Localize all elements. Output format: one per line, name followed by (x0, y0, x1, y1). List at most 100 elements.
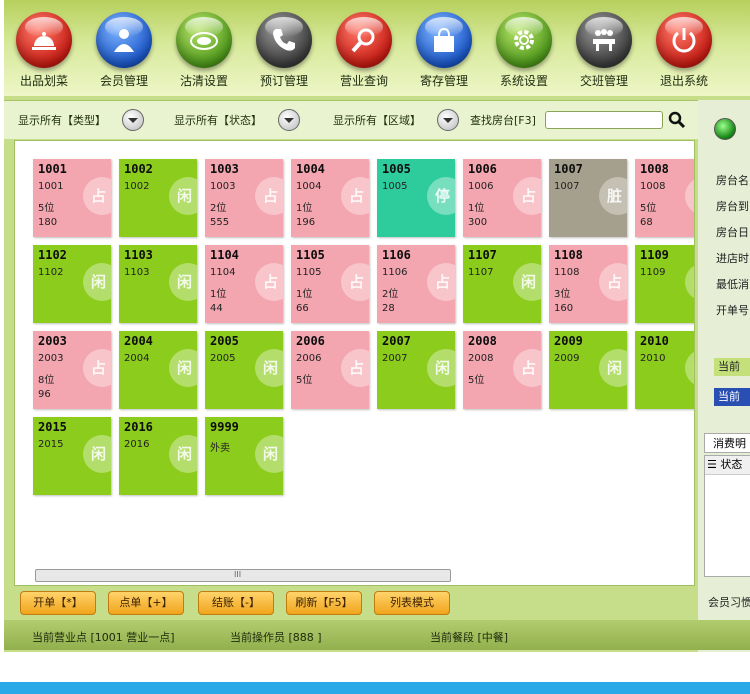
status-bar: 当前营业点 [1001 营业一点] 当前操作员 [888 ] 当前餐段 [中餐] (4, 620, 750, 650)
list-mode-button[interactable]: 列表模式 (374, 591, 450, 615)
room-tile[interactable]: 占 1106 1106 2位 28 (377, 245, 455, 323)
cloche-icon (16, 12, 72, 68)
room-name: 1003 (210, 181, 236, 192)
room-name: 2007 (382, 353, 408, 364)
toolbar-button-shift[interactable]: 交班管理 (564, 0, 644, 96)
guest-count: 1位 (296, 203, 313, 214)
room-tile[interactable]: 占 1008 1008 5位 68 (635, 159, 694, 237)
room-tile[interactable]: 闲 2004 2004 (119, 331, 197, 409)
guest-count: 5位 (468, 375, 485, 386)
checkout-button[interactable]: 结账【-】 (198, 591, 274, 615)
room-name: 2008 (468, 353, 494, 364)
scrollbar-grip[interactable]: III (234, 570, 241, 579)
area-filter-label: 显示所有【区域】 (333, 114, 421, 127)
status-badge: 闲 (83, 435, 111, 473)
guest-count: 8位 (38, 375, 55, 386)
room-number: 1104 (210, 248, 239, 262)
status-badge: 占 (83, 349, 111, 387)
refresh-button[interactable]: 刷新【F5】 (286, 591, 362, 615)
room-tile[interactable]: 闲 2009 2009 (549, 331, 627, 409)
room-number: 1008 (640, 162, 669, 176)
room-tile[interactable]: 闲 2015 2015 (33, 417, 111, 495)
status-badge: 闲 (169, 263, 197, 301)
room-tile[interactable]: 占 1104 1104 1位 44 (205, 245, 283, 323)
search-icon[interactable] (668, 111, 686, 129)
toolbar-button-business-query[interactable]: 营业查询 (324, 0, 404, 96)
room-tile[interactable]: 闲 9999 外卖 (205, 417, 283, 495)
room-name: 1105 (296, 267, 322, 278)
status-badge: 闲 (599, 349, 627, 387)
toolbar-label: 会员管理 (99, 74, 148, 88)
main-toolbar: 出品划菜 会员管理 沽清设置 预订管理 营业查询 寄存管理 系统设置 交班管理 … (4, 0, 750, 96)
tab-consumption-detail[interactable]: 消费明 (704, 433, 750, 453)
area-filter-dropdown[interactable] (437, 109, 459, 131)
room-tile[interactable]: 占 1001 1001 5位 180 (33, 159, 111, 237)
room-tile[interactable]: 闲 1002 1002 (119, 159, 197, 237)
status-filter-dropdown[interactable] (278, 109, 300, 131)
toolbar-label: 退出系统 (659, 74, 708, 88)
status-badge: 占 (255, 263, 283, 301)
toolbar-button-booking[interactable]: 预订管理 (244, 0, 324, 96)
guest-count: 1位 (210, 289, 227, 300)
room-tile[interactable]: 占 2006 2006 5位 (291, 331, 369, 409)
toolbar-button-storage[interactable]: 寄存管理 (404, 0, 484, 96)
status-badge: 占 (427, 263, 455, 301)
room-name: 1106 (382, 267, 408, 278)
room-tile[interactable]: 闲 1107 1107 (463, 245, 541, 323)
type-filter-dropdown[interactable] (122, 109, 144, 131)
grid-header-status: ☰ 状态 (705, 456, 750, 475)
horizontal-scrollbar[interactable]: III (35, 569, 451, 582)
status-badge: 占 (341, 263, 369, 301)
room-tile[interactable]: 占 1006 1006 1位 300 (463, 159, 541, 237)
room-tile[interactable]: 闲 1102 1102 (33, 245, 111, 323)
status-badge: 闲 (255, 435, 283, 473)
amount: 300 (468, 217, 488, 228)
room-tile[interactable]: 闲 2016 2016 (119, 417, 197, 495)
status-badge: 闲 (513, 263, 541, 301)
room-tile[interactable]: 闲 2007 2007 (377, 331, 455, 409)
room-tile[interactable]: 占 1105 1105 1位 66 (291, 245, 369, 323)
toolbar-button-member[interactable]: 会员管理 (84, 0, 164, 96)
status-badge: 占 (513, 177, 541, 215)
toolbar-label: 营业查询 (339, 74, 388, 88)
open-order-button[interactable]: 开单【*】 (20, 591, 96, 615)
room-number: 1105 (296, 248, 325, 262)
room-name: 2003 (38, 353, 64, 364)
room-search-input[interactable] (545, 111, 663, 129)
room-number: 2007 (382, 334, 411, 348)
amount: 96 (38, 389, 51, 400)
room-name: 1102 (38, 267, 64, 278)
room-table-grid: 占 1001 1001 5位 180 闲 1002 1002 占 1003 1003 2位 555 占 10… (14, 140, 695, 586)
plate-icon (176, 12, 232, 68)
room-tile[interactable]: 占 1108 1108 3位 160 (549, 245, 627, 323)
room-tile[interactable]: 闲 1103 1103 (119, 245, 197, 323)
room-name: 1008 (640, 181, 666, 192)
room-name: 外卖 (210, 443, 230, 454)
room-name: 1104 (210, 267, 236, 278)
current-box-1: 当前 (714, 358, 750, 376)
add-dish-button[interactable]: 点单【+】 (108, 591, 184, 615)
room-tile[interactable]: 闲 2005 2005 (205, 331, 283, 409)
room-name: 2010 (640, 353, 666, 364)
room-tile[interactable]: 闲 1109 1109 (635, 245, 694, 323)
room-number: 2005 (210, 334, 239, 348)
connection-status-icon (714, 118, 736, 140)
info-label-room-arrival: 房台到 (716, 200, 749, 213)
room-tile[interactable]: 停 1005 1005 (377, 159, 455, 237)
room-tile[interactable]: 占 2008 2008 5位 (463, 331, 541, 409)
toolbar-button-exit[interactable]: 退出系统 (644, 0, 724, 96)
info-label-room-date: 房台日 (716, 226, 749, 239)
room-number: 1102 (38, 248, 67, 262)
room-tile[interactable]: 占 2003 2003 8位 96 (33, 331, 111, 409)
current-box-2: 当前 (714, 388, 750, 406)
toolbar-button-dish-serving[interactable]: 出品划菜 (4, 0, 84, 96)
room-name: 2009 (554, 353, 580, 364)
guest-count: 1位 (296, 289, 313, 300)
room-tile[interactable]: 占 1003 1003 2位 555 (205, 159, 283, 237)
toolbar-button-soldout[interactable]: 沽清设置 (164, 0, 244, 96)
toolbar-button-settings[interactable]: 系统设置 (484, 0, 564, 96)
room-number: 2010 (640, 334, 669, 348)
room-tile[interactable]: 脏 1007 1007 (549, 159, 627, 237)
room-tile[interactable]: 闲 2010 2010 (635, 331, 694, 409)
room-tile[interactable]: 占 1004 1004 1位 196 (291, 159, 369, 237)
